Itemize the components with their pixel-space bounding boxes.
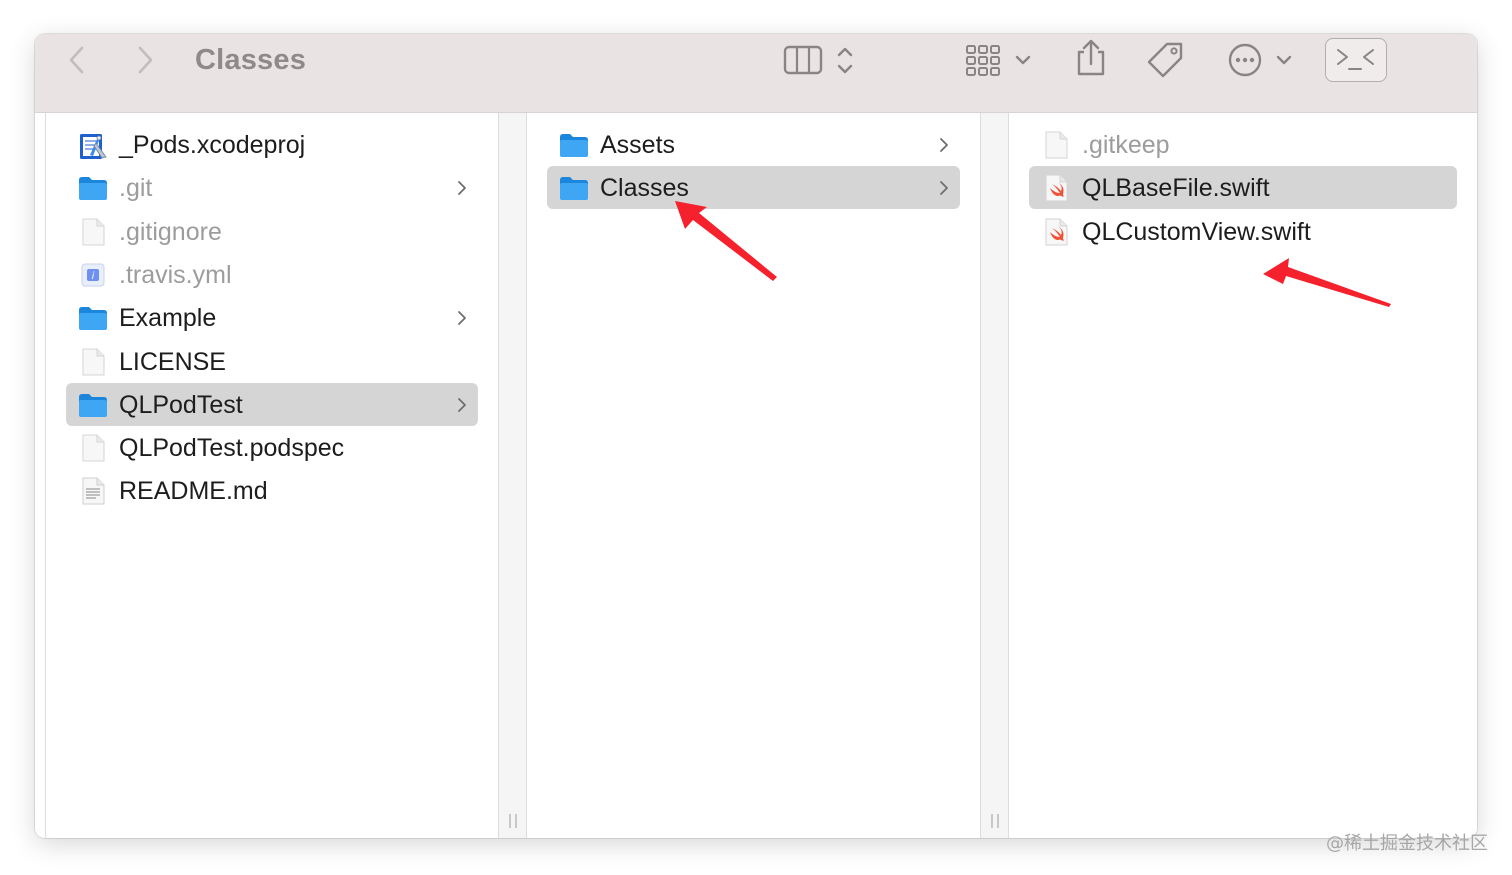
chevron-right-icon xyxy=(456,179,468,197)
list-item[interactable]: .git xyxy=(66,166,478,209)
folder-icon xyxy=(78,391,108,419)
column-1[interactable]: _Pods.xcodeproj .git .gitignore i .travis.ym… xyxy=(46,113,498,838)
group-grid-icon[interactable] xyxy=(965,42,1037,80)
sidebar-edge xyxy=(35,113,46,838)
forward-chevron-icon[interactable] xyxy=(133,44,157,76)
back-chevron-icon[interactable] xyxy=(65,44,89,76)
finder-window: Classes _Pods.xcodeproj .git .gitignore i .t… xyxy=(35,34,1477,838)
column-2[interactable]: Assets Classes xyxy=(527,113,980,838)
chevron-right-icon xyxy=(938,136,950,154)
swift-file-icon xyxy=(1041,174,1071,202)
list-item-label: .git xyxy=(119,174,153,203)
list-item[interactable]: Classes xyxy=(547,166,960,210)
list-item-label: .gitkeep xyxy=(1082,131,1170,159)
list-item[interactable]: .gitignore xyxy=(66,210,478,253)
list-item-label: LICENSE xyxy=(119,347,226,376)
list-item-label: Classes xyxy=(600,174,689,203)
list-item-label: _Pods.xcodeproj xyxy=(119,131,306,159)
column-resize-grip[interactable] xyxy=(509,814,516,828)
list-item-label: QLPodTest xyxy=(119,390,243,419)
terminal-icon xyxy=(1335,46,1377,74)
list-item-label: QLPodTest.podspec xyxy=(119,434,345,463)
column-3[interactable]: .gitkeep QLBaseFile.swift QLCustomView.swi… xyxy=(1009,113,1477,838)
toolbar: Classes xyxy=(35,34,1477,113)
yml-icon: i xyxy=(78,261,108,289)
share-icon[interactable] xyxy=(1073,38,1109,78)
xcodeproj-icon xyxy=(78,131,108,159)
folder-icon xyxy=(78,304,108,332)
list-item-label: .gitignore xyxy=(119,217,222,246)
list-item[interactable]: .gitkeep xyxy=(1029,123,1457,166)
text-file-icon xyxy=(78,477,108,505)
chevron-right-icon xyxy=(456,396,468,414)
watermark: @稀土掘金技术社区 xyxy=(1326,833,1488,854)
list-item[interactable]: QLCustomView.swift xyxy=(1029,210,1457,253)
list-item[interactable]: QLPodTest xyxy=(66,382,478,426)
list-item[interactable]: Assets xyxy=(547,123,960,166)
list-item-label: QLBaseFile.swift xyxy=(1082,174,1270,203)
more-actions-icon[interactable] xyxy=(1227,42,1297,78)
file-icon xyxy=(78,434,108,462)
file-icon xyxy=(78,218,108,246)
list-item[interactable]: README.md xyxy=(66,469,478,512)
list-item[interactable]: QLBaseFile.swift xyxy=(1029,166,1457,210)
list-item[interactable]: LICENSE xyxy=(66,340,478,383)
list-item[interactable]: _Pods.xcodeproj xyxy=(66,123,478,166)
tag-icon[interactable] xyxy=(1145,40,1187,80)
list-item-label: Example xyxy=(119,304,217,333)
list-item-label: QLCustomView.swift xyxy=(1082,217,1311,246)
chevron-right-icon xyxy=(938,179,950,197)
folder-icon xyxy=(559,174,589,202)
column-divider-1[interactable] xyxy=(498,113,527,838)
list-item[interactable]: i .travis.yml xyxy=(66,253,478,296)
browser-content: _Pods.xcodeproj .git .gitignore i .travis.ym… xyxy=(35,113,1477,838)
chevron-right-icon xyxy=(456,309,468,327)
swift-file-icon xyxy=(1041,218,1071,246)
list-item-label: README.md xyxy=(119,477,268,506)
folder-icon xyxy=(559,131,589,159)
column-view-icon[interactable] xyxy=(783,44,863,78)
list-item-label: .travis.yml xyxy=(119,260,232,289)
svg-text:i: i xyxy=(92,271,95,282)
window-title: Classes xyxy=(195,44,307,76)
list-item-label: Assets xyxy=(600,131,676,159)
column-resize-grip[interactable] xyxy=(991,814,998,828)
folder-icon xyxy=(78,174,108,202)
file-icon xyxy=(1041,131,1071,159)
terminal-button[interactable] xyxy=(1325,38,1387,82)
column-divider-2[interactable] xyxy=(980,113,1009,838)
list-item[interactable]: Example xyxy=(66,296,478,339)
file-icon xyxy=(78,348,108,376)
list-item[interactable]: QLPodTest.podspec xyxy=(66,426,478,469)
